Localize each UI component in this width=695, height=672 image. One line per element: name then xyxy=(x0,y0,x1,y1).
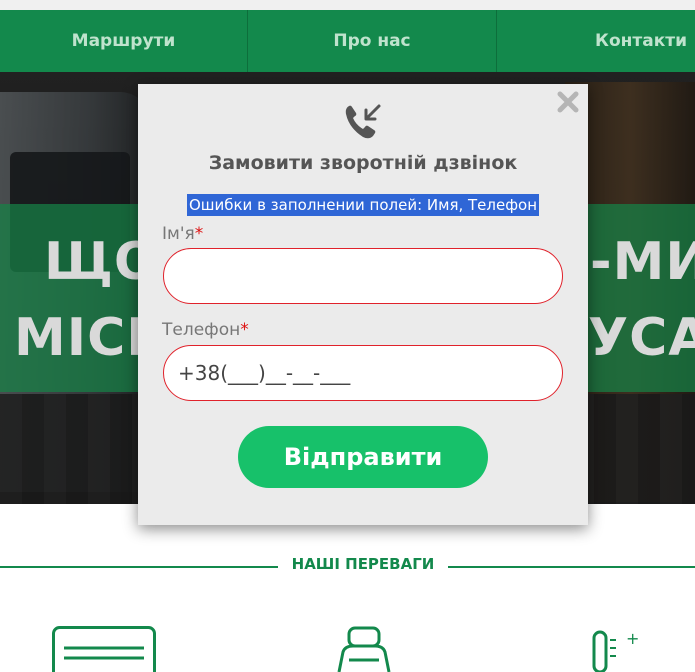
incoming-call-icon xyxy=(345,104,381,139)
required-mark: * xyxy=(240,320,249,340)
phone-field-label: Телефон* xyxy=(162,320,249,340)
phone-field[interactable]: +38(___)__-__-___ xyxy=(163,345,563,401)
required-mark: * xyxy=(194,224,204,244)
name-field[interactable] xyxy=(163,248,563,304)
close-icon[interactable] xyxy=(556,90,580,114)
name-field-label: Ім'я* xyxy=(162,224,204,244)
submit-button[interactable]: Відправити xyxy=(238,426,488,488)
validation-error-message: Ошибки в заполнении полей: Имя, Телефон xyxy=(186,194,540,216)
callback-modal: Замовити зворотній дзвінок Ошибки в запо… xyxy=(138,84,588,525)
modal-title: Замовити зворотній дзвінок xyxy=(208,152,518,174)
